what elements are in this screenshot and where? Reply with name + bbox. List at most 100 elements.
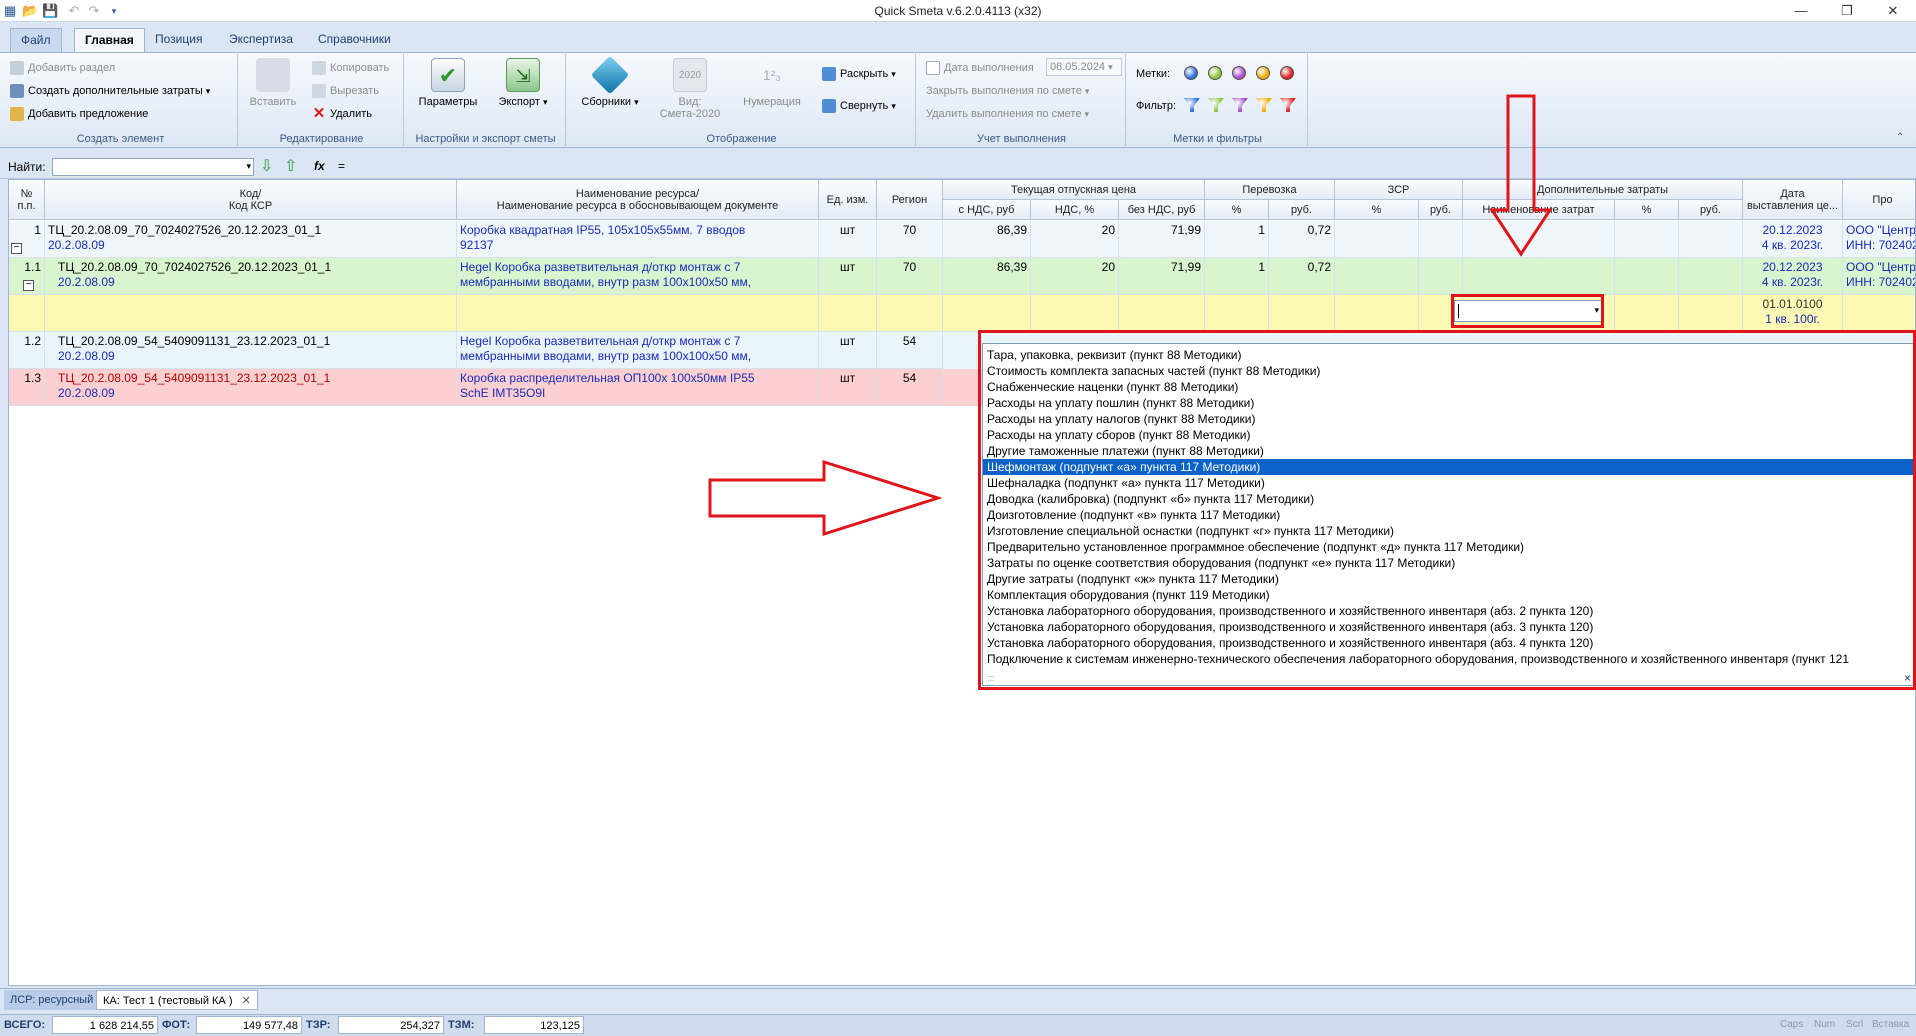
collections-button[interactable]: Сборники ▾ <box>574 54 646 108</box>
tab-references[interactable]: Справочники <box>308 28 401 52</box>
mark-dot-icon[interactable] <box>1256 66 1270 80</box>
group-title: Отображение <box>706 133 777 145</box>
find-input[interactable]: ▾ <box>52 158 254 176</box>
filter-funnel-icon[interactable] <box>1208 98 1224 112</box>
row-extra-rub <box>1679 221 1743 258</box>
chevron-down-icon: ▾ <box>1108 62 1113 72</box>
formula-icon[interactable]: fx <box>314 159 325 173</box>
tab-lsr[interactable]: ЛСР: ресурсный <box>4 990 100 1010</box>
table-row-editing[interactable]: 01.01.0100 1 кв. 100г. <box>9 295 1915 332</box>
header-extra-rub[interactable]: руб. <box>1679 200 1743 220</box>
row-zsr-pct <box>1335 295 1419 332</box>
params-button[interactable]: ✔ Параметры <box>414 54 482 108</box>
mark-dot-icon[interactable] <box>1280 66 1294 80</box>
collapse-row-icon[interactable]: − <box>23 280 34 291</box>
numbering-button[interactable]: 1²₃ Нумерация <box>734 54 810 108</box>
header-date[interactable]: Дата выставления це... <box>1743 180 1843 220</box>
find-prev-icon[interactable]: ⇧ <box>284 156 297 176</box>
header-supplier[interactable]: Про <box>1843 180 1915 220</box>
view-button[interactable]: 2020 Вид: Смета-2020 <box>652 54 728 120</box>
row-code: ТЦ_20.2.08.09_54_5409091131_23.12.2023_0… <box>45 369 457 406</box>
fot-label: ФОТ: <box>162 1019 191 1031</box>
expand-button[interactable]: Раскрыть ▾ <box>822 64 896 84</box>
tzm-value: 123,125 <box>484 1016 584 1034</box>
row-supplier: ООО "Центр ИНН: 702402 <box>1843 221 1915 258</box>
chevron-down-icon: ▾ <box>1084 109 1090 119</box>
filter-funnel-icon[interactable] <box>1184 98 1200 112</box>
copy-button[interactable]: Копировать <box>312 58 389 78</box>
header-price-vat[interactable]: с НДС, руб <box>943 200 1031 220</box>
close-exec-button[interactable]: Закрыть выполнения по смете ▾ <box>926 81 1089 101</box>
exec-date-input[interactable]: 08.05.2024 ▾ <box>1046 58 1122 76</box>
equals-icon[interactable]: = <box>338 159 345 173</box>
row-transport-pct: 1 <box>1205 258 1269 295</box>
tab-file[interactable]: Файл <box>10 28 62 52</box>
filter-funnel-icon[interactable] <box>1280 98 1296 112</box>
tzr-value: 254,327 <box>338 1016 444 1034</box>
export-button[interactable]: ⇲ Экспорт ▾ <box>492 54 554 108</box>
cut-button[interactable]: Вырезать <box>312 81 379 101</box>
header-num[interactable]: № п.п. <box>9 180 45 220</box>
add-section-button[interactable]: Добавить раздел <box>10 58 115 78</box>
exec-date-checkbox[interactable]: Дата выполнения <box>926 58 1034 78</box>
restore-button[interactable]: ❐ <box>1824 0 1870 22</box>
find-next-icon[interactable]: ⇩ <box>260 156 273 176</box>
tzr-label: ТЗР: <box>306 1019 331 1031</box>
table-row[interactable]: 1.1 ТЦ_20.2.08.09_70_7024027526_20.12.20… <box>9 258 1915 295</box>
close-tab-icon[interactable]: ✕ <box>242 995 251 1007</box>
paste-button[interactable]: Вставить <box>244 54 302 108</box>
collapse-button[interactable]: Свернуть ▾ <box>822 96 896 116</box>
row-region: 70 <box>877 258 943 295</box>
indicator-num: Num <box>1814 1019 1836 1030</box>
tab-position[interactable]: Позиция <box>145 28 212 52</box>
mark-dot-icon[interactable] <box>1208 66 1222 80</box>
filter-funnel-icon[interactable] <box>1232 98 1248 112</box>
header-name[interactable]: Наименование ресурса/ Наименование ресур… <box>457 180 819 220</box>
filter-funnel-icon[interactable] <box>1256 98 1272 112</box>
mark-dot-icon[interactable] <box>1232 66 1246 80</box>
collapse-row-icon[interactable]: − <box>11 243 22 254</box>
find-label: Найти: <box>8 160 46 174</box>
header-extra-pct[interactable]: % <box>1615 200 1679 220</box>
row-extra-name <box>1463 258 1615 295</box>
header-code[interactable]: Код/ Код КСР <box>45 180 457 220</box>
collapse-label: Свернуть <box>840 100 889 112</box>
tab-expertise[interactable]: Экспертиза <box>219 28 303 52</box>
row-transport-rub <box>1269 295 1335 332</box>
header-transport-pct[interactable]: % <box>1205 200 1269 220</box>
add-offer-icon <box>10 107 24 122</box>
add-offer-button[interactable]: Добавить предложение <box>10 104 148 124</box>
delete-button[interactable]: ✕ Удалить <box>312 104 372 124</box>
row-price-vat: 86,39 <box>943 221 1031 258</box>
collapse-ribbon-icon[interactable]: ⌃ <box>1896 132 1904 143</box>
copy-icon <box>312 61 326 76</box>
chevron-down-icon: ▾ <box>891 101 896 111</box>
header-zsr-pct[interactable]: % <box>1335 200 1419 220</box>
header-unit[interactable]: Ед. изм. <box>819 180 877 220</box>
mark-dot-icon[interactable] <box>1184 66 1198 80</box>
export-icon: ⇲ <box>506 58 540 92</box>
annotation-highlight-list <box>978 330 1916 690</box>
chevron-down-icon[interactable]: ▾ <box>246 161 251 172</box>
row-region <box>877 295 943 332</box>
group-display: Сборники ▾ 2020 Вид: Смета-2020 1²₃ Нуме… <box>568 54 916 146</box>
annotation-arrow-down-icon <box>1489 94 1553 257</box>
header-zsr-rub[interactable]: руб. <box>1419 200 1463 220</box>
row-unit <box>819 295 877 332</box>
header-vat-pct[interactable]: НДС, % <box>1031 200 1119 220</box>
group-title: Редактирование <box>279 133 364 145</box>
row-name: Hegel Коробка разветвительная д/откр мон… <box>457 258 819 295</box>
create-extra-costs-button[interactable]: Создать дополнительные затраты ▾ <box>10 81 210 101</box>
collections-label: Сборники <box>581 96 632 108</box>
tab-ka[interactable]: КА: Тест 1 (тестовый КА ) ✕ <box>96 990 258 1010</box>
tab-home[interactable]: Главная <box>74 28 145 52</box>
minimize-button[interactable]: — <box>1778 0 1824 22</box>
close-button[interactable]: ✕ <box>1870 0 1916 22</box>
row-date: 20.12.2023 4 кв. 2023г. <box>1743 221 1843 258</box>
header-transport-rub[interactable]: руб. <box>1269 200 1335 220</box>
header-price-novat[interactable]: без НДС, руб <box>1119 200 1205 220</box>
header-region[interactable]: Регион <box>877 180 943 220</box>
row-transport-rub: 0,72 <box>1269 258 1335 295</box>
delete-exec-button[interactable]: Удалить выполнения по смете ▾ <box>926 104 1089 124</box>
table-row[interactable]: 1 ТЦ_20.2.08.09_70_7024027526_20.12.2023… <box>9 221 1915 258</box>
